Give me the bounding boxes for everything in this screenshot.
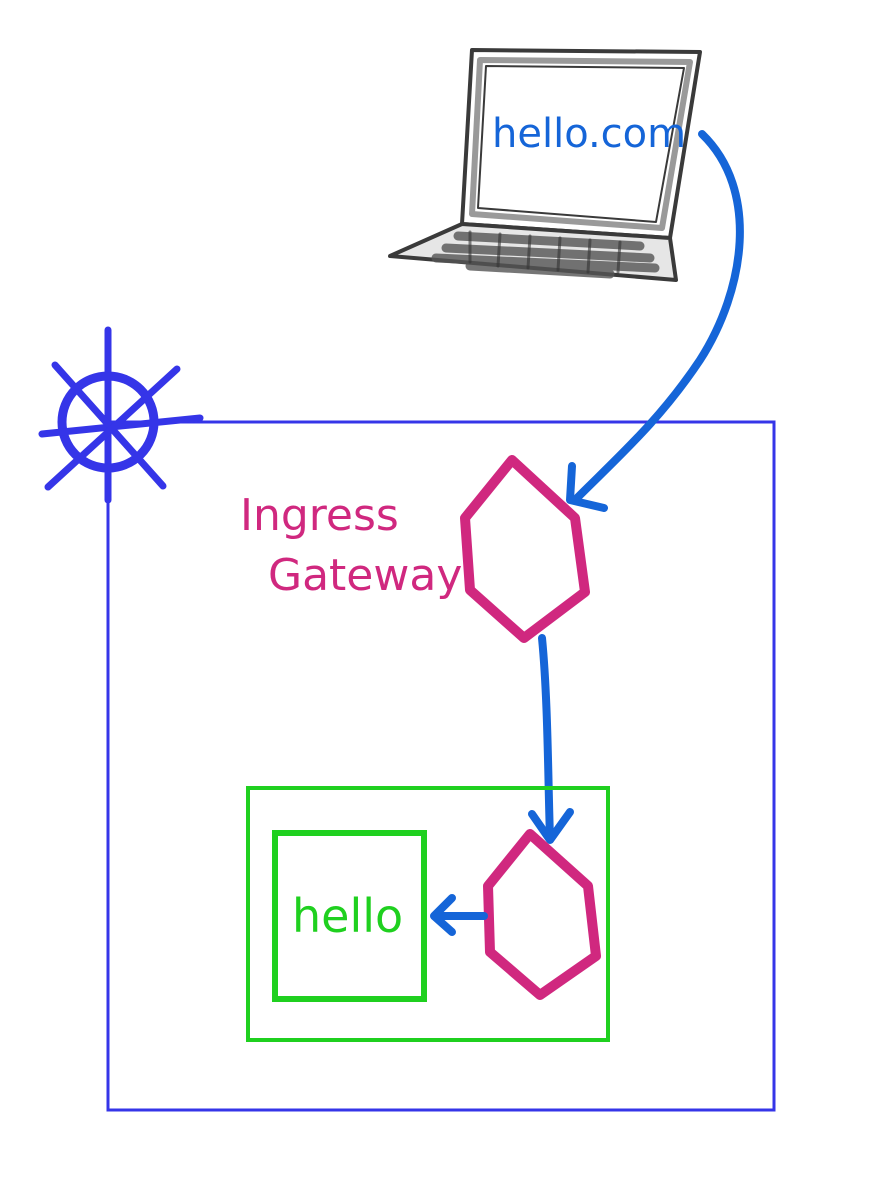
arrow-sidecar-to-service	[430, 894, 488, 936]
hello-service-label: hello	[292, 889, 403, 943]
diagram-canvas: hello.com Ingress Gateway hello	[0, 0, 885, 1186]
ingress-gateway-label-line1: Ingress	[240, 490, 399, 541]
laptop-icon: hello.com	[388, 48, 702, 282]
cluster-boundary	[106, 420, 776, 1112]
helm-wheel-icon	[38, 326, 204, 504]
arrow-gateway-to-sidecar	[528, 634, 574, 844]
ingress-diagram: hello.com Ingress Gateway hello	[38, 48, 776, 1112]
ingress-gateway-label-line2: Gateway	[268, 550, 462, 601]
laptop-screen-url: hello.com	[492, 111, 686, 157]
sidecar-hexagon-icon	[483, 829, 601, 1000]
